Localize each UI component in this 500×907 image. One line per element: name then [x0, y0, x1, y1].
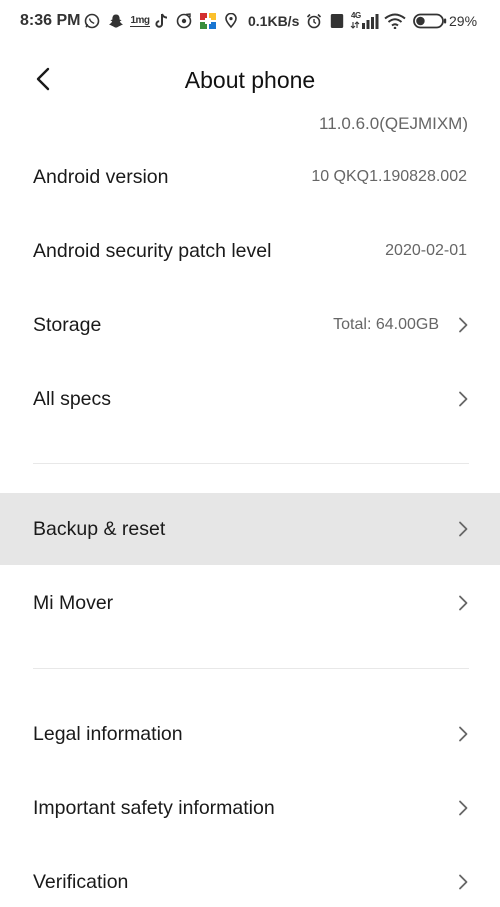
- row-android-version[interactable]: Android version 10 QKQ1.190828.002: [0, 141, 500, 213]
- header: About phone: [0, 50, 500, 110]
- row-label: Legal information: [33, 722, 183, 745]
- section-divider: [33, 668, 469, 669]
- chevron-right-icon: [456, 520, 470, 538]
- row-label: Android version: [33, 165, 169, 188]
- row-legal-information[interactable]: Legal information: [0, 698, 500, 770]
- row-safety-information[interactable]: Important safety information: [0, 772, 500, 844]
- row-value: Total: 64.00GB: [333, 316, 439, 333]
- row-all-specs[interactable]: All specs: [0, 363, 500, 435]
- volte-icon: [330, 13, 344, 29]
- row-label: Mi Mover: [33, 591, 114, 614]
- battery-percent: 29%: [449, 13, 478, 29]
- chevron-right-icon: [456, 594, 470, 612]
- wifi-icon: [384, 13, 406, 29]
- music-icon: [176, 13, 192, 29]
- whatsapp-icon: [84, 13, 100, 29]
- section-divider: [33, 463, 469, 464]
- alarm-icon: [306, 13, 322, 29]
- row-label: Important safety information: [33, 796, 275, 819]
- chevron-right-icon: [456, 725, 470, 743]
- row-mi-mover[interactable]: Mi Mover: [0, 567, 500, 639]
- row-label: Storage: [33, 313, 102, 336]
- signal-icon: 4G: [350, 11, 380, 29]
- row-label: Android security patch level: [33, 239, 272, 262]
- row-verification[interactable]: Verification: [0, 846, 500, 907]
- location-icon: [224, 13, 238, 29]
- chevron-right-icon: [456, 316, 470, 334]
- chevron-right-icon: [456, 799, 470, 817]
- row-label: Backup & reset: [33, 517, 166, 540]
- row-label: All specs: [33, 387, 112, 410]
- miui-version-value: 11.0.6.0(QEJMIXM): [319, 114, 468, 132]
- row-label: Verification: [33, 870, 129, 893]
- row-backup-reset[interactable]: Backup & reset: [0, 493, 500, 565]
- gallery-icon: [199, 13, 217, 29]
- status-time: 8:36 PM: [20, 12, 81, 29]
- tiktok-icon: [155, 13, 169, 29]
- row-storage[interactable]: Storage Total: 64.00GB: [0, 289, 500, 361]
- battery-icon: [413, 13, 447, 29]
- row-value: 10 QKQ1.190828.002: [311, 168, 467, 185]
- chevron-right-icon: [456, 390, 470, 408]
- row-value: 2020-02-01: [385, 242, 467, 259]
- chevron-right-icon: [456, 873, 470, 891]
- page-title: About phone: [184, 67, 316, 93]
- 1mg-icon: 1mg: [130, 15, 150, 27]
- data-speed: 0.1KB/s: [248, 13, 300, 29]
- snapchat-icon: [108, 13, 124, 29]
- status-bar: 8:36 PM 1mg 0.1KB/s 4G 29%: [0, 0, 500, 44]
- row-security-patch[interactable]: Android security patch level 2020-02-01: [0, 215, 500, 287]
